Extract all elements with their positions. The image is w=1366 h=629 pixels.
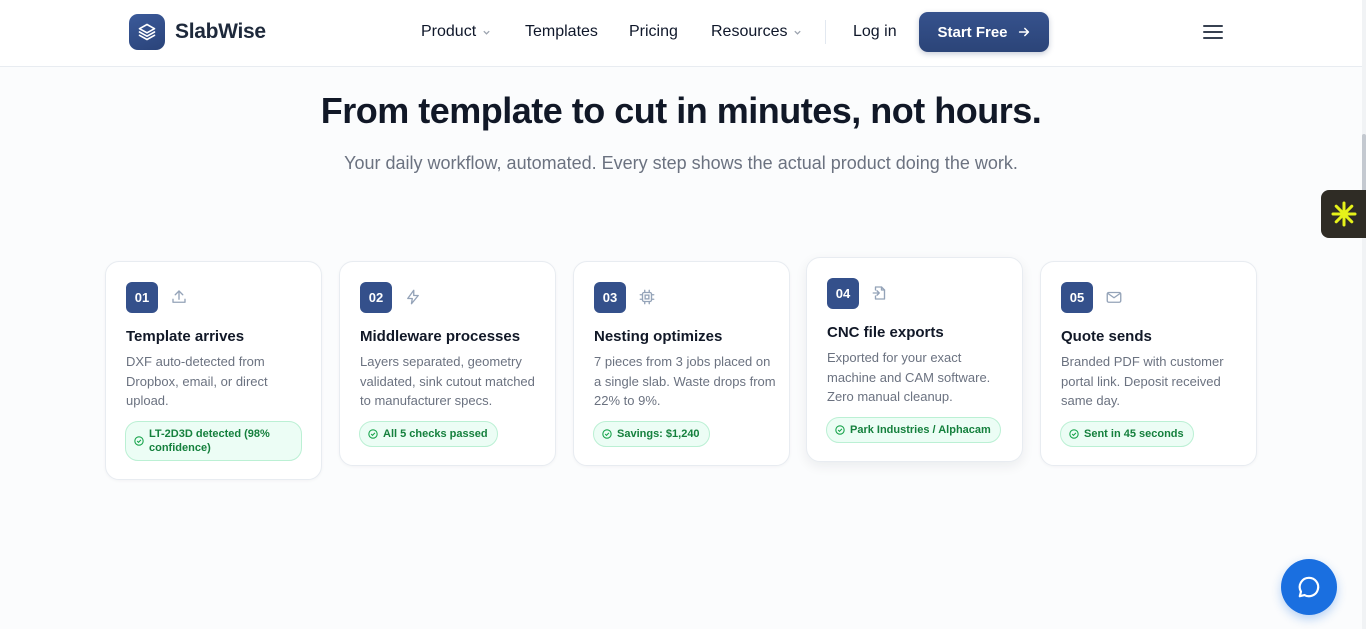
- login-label: Log in: [853, 23, 897, 40]
- badge-label: Savings: $1,240: [617, 428, 700, 440]
- status-badge: LT-2D3D detected (98% confidence): [125, 421, 302, 461]
- site-header: SlabWise Product Templates Pricing Resou…: [0, 0, 1362, 67]
- brand-logo[interactable]: SlabWise: [129, 14, 266, 50]
- login-link[interactable]: Log in: [853, 23, 897, 41]
- status-badge: Park Industries / Alphacam: [826, 417, 1001, 443]
- start-free-label: Start Free: [937, 23, 1008, 41]
- sparkle-icon: [1331, 201, 1356, 227]
- nav-pricing[interactable]: Pricing: [629, 23, 678, 41]
- nav-product[interactable]: Product: [421, 23, 491, 41]
- feedback-widget[interactable]: [1321, 190, 1366, 238]
- step-number: 05: [1061, 282, 1093, 313]
- status-badge: Savings: $1,240: [593, 421, 710, 447]
- check-circle-icon: [368, 429, 378, 439]
- step-description: DXF auto-detected from Dropbox, email, o…: [126, 354, 268, 408]
- hamburger-menu-icon[interactable]: [1202, 23, 1224, 41]
- check-circle-icon: [835, 425, 845, 435]
- step-card: 05 Quote sends Branded PDF with customer…: [1040, 261, 1257, 466]
- step-number: 03: [594, 282, 626, 313]
- arrow-right-icon: [1018, 27, 1029, 37]
- cpu-icon: [639, 289, 655, 305]
- check-circle-icon: [134, 436, 144, 446]
- step-description: 7 pieces from 3 jobs placed on a single …: [594, 354, 776, 408]
- status-badge: Sent in 45 seconds: [1060, 421, 1194, 447]
- step-title: Nesting optimizes: [594, 328, 723, 345]
- check-circle-icon: [1069, 429, 1079, 439]
- step-number: 02: [360, 282, 392, 313]
- mail-icon: [1106, 291, 1122, 303]
- nav-templates[interactable]: Templates: [525, 23, 598, 41]
- nav-pricing-label: Pricing: [629, 23, 678, 40]
- step-card: 04 CNC file exports Exported for your ex…: [806, 257, 1023, 462]
- badge-label: All 5 checks passed: [383, 428, 488, 440]
- start-free-button[interactable]: Start Free: [919, 12, 1049, 52]
- step-description: Layers separated, geometry validated, si…: [360, 354, 535, 408]
- section-subtitle: Your daily workflow, automated. Every st…: [344, 153, 1018, 173]
- badge-label: LT-2D3D detected (98% confidence): [149, 428, 270, 454]
- lightning-icon: [407, 289, 419, 305]
- badge-label: Sent in 45 seconds: [1084, 428, 1184, 440]
- upload-icon: [172, 290, 186, 303]
- nav-divider: [825, 20, 826, 44]
- brand-name: SlabWise: [175, 20, 266, 43]
- nav-resources-label: Resources: [711, 23, 788, 40]
- file-export-icon: [872, 286, 886, 300]
- step-title: CNC file exports: [827, 324, 944, 341]
- step-title: Quote sends: [1061, 328, 1152, 345]
- status-badge: All 5 checks passed: [359, 421, 498, 447]
- step-card: 01 Template arrives DXF auto-detected fr…: [105, 261, 322, 480]
- step-number: 01: [126, 282, 158, 313]
- section-headline: From template to cut in minutes, not hou…: [320, 90, 1042, 131]
- chat-button[interactable]: [1281, 559, 1337, 615]
- scrollbar-track[interactable]: [1362, 0, 1366, 629]
- chevron-down-icon: [483, 30, 490, 35]
- check-circle-icon: [602, 429, 612, 439]
- nav-templates-label: Templates: [525, 23, 598, 40]
- step-card: 03 Nesting optimizes 7 pieces from 3 job…: [573, 261, 790, 466]
- layers-icon: [129, 14, 165, 50]
- badge-label: Park Industries / Alphacam: [850, 424, 991, 436]
- step-card: 02 Middleware processes Layers separated…: [339, 261, 556, 466]
- nav-product-label: Product: [421, 23, 477, 40]
- step-description: Branded PDF with customer portal link. D…: [1061, 354, 1224, 408]
- step-number: 04: [827, 278, 859, 309]
- step-title: Middleware processes: [360, 328, 521, 345]
- step-title: Template arrives: [126, 328, 245, 345]
- step-description: Exported for your exact machine and CAM …: [827, 350, 991, 404]
- chat-bubble-icon: [1298, 576, 1320, 598]
- chevron-down-icon: [794, 30, 802, 35]
- nav-resources[interactable]: Resources: [711, 23, 802, 41]
